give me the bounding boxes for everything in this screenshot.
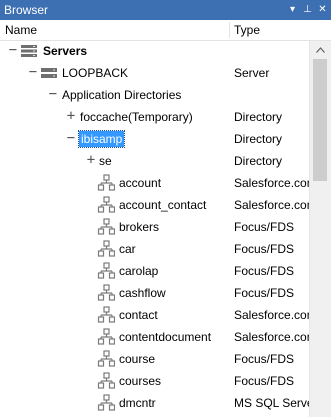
tree-node-type: Directory — [234, 132, 283, 146]
tree-node-label[interactable]: cashflow — [119, 286, 166, 300]
collapse-toggle[interactable]: − — [8, 43, 18, 57]
tree-node-label[interactable]: car — [119, 242, 136, 256]
browser-panel: Browser ▾ ⊥ ✕ Name Type − Servers − LOOP… — [0, 0, 331, 417]
tree-node-synonym[interactable]: account Salesforce.com — [0, 173, 309, 195]
synonym-icon — [97, 306, 116, 324]
tree-node-type: Directory — [234, 154, 283, 168]
tree-node-type: Focus/FDS — [234, 264, 295, 278]
tree-node-label[interactable]: foccache(Temporary) — [80, 110, 193, 124]
expand-toggle[interactable]: + — [86, 153, 96, 167]
tree-node-label[interactable]: account_contact — [119, 198, 206, 212]
tree-node-type: Focus/FDS — [234, 286, 295, 300]
collapse-toggle[interactable]: − — [48, 87, 58, 101]
tree-node-type: MS SQL Server — [234, 396, 309, 410]
synonym-icon — [97, 394, 116, 412]
tree-node-ibisamp[interactable]: − ibisamp Directory — [0, 129, 309, 151]
tree-node-se[interactable]: + se Directory — [0, 151, 309, 173]
tree-node-servers[interactable]: − Servers — [0, 41, 309, 63]
tree-node-synonym[interactable]: contact Salesforce.com — [0, 305, 309, 327]
column-header-name[interactable]: Name — [5, 23, 37, 37]
tree-node-type: Salesforce.com — [234, 330, 309, 344]
tree-node-label[interactable]: Application Directories — [62, 88, 181, 102]
tree-node-synonym[interactable]: courses Focus/FDS — [0, 371, 309, 393]
tree-node-label[interactable]: se — [99, 154, 112, 168]
collapse-toggle[interactable]: − — [28, 65, 38, 79]
vertical-scrollbar[interactable] — [309, 41, 331, 417]
tree-node-application-directories[interactable]: − Application Directories — [0, 85, 309, 107]
tree-node-label[interactable]: contentdocument — [119, 330, 211, 344]
tree-node-label[interactable]: contact — [119, 308, 158, 322]
tree-view: − Servers − LOOPBACK Server − Applicatio… — [0, 41, 309, 417]
column-header-type[interactable]: Type — [234, 23, 260, 37]
tree-node-label[interactable]: ibisamp — [77, 130, 126, 148]
tree-node-type: Directory — [234, 110, 283, 124]
tree-node-synonym[interactable]: course Focus/FDS — [0, 349, 309, 371]
tree-node-label[interactable]: courses — [119, 374, 161, 388]
close-icon[interactable]: ✕ — [316, 3, 329, 17]
tree-node-type: Salesforce.com — [234, 176, 309, 190]
synonym-icon — [97, 196, 116, 214]
collapse-toggle[interactable]: − — [66, 131, 76, 145]
synonym-icon — [97, 218, 116, 236]
servers-icon — [20, 42, 38, 60]
synonym-icon — [97, 350, 116, 368]
tree-node-label[interactable]: LOOPBACK — [62, 66, 128, 80]
synonym-icon — [97, 174, 116, 192]
title-bar: Browser ▾ ⊥ ✕ — [0, 0, 331, 20]
tree-node-type: Salesforce.com — [234, 198, 309, 212]
tree-node-type: Focus/FDS — [234, 374, 295, 388]
tree-node-synonym[interactable]: dmcntr MS SQL Server — [0, 393, 309, 415]
synonym-icon — [97, 240, 116, 258]
tree-node-synonym[interactable]: carolap Focus/FDS — [0, 261, 309, 283]
expand-toggle[interactable]: + — [66, 109, 76, 123]
tree-node-type: Focus/FDS — [234, 242, 295, 256]
synonym-icon — [97, 262, 116, 280]
synonym-icon — [97, 284, 116, 302]
tree-node-synonym[interactable]: car Focus/FDS — [0, 239, 309, 261]
server-icon — [40, 64, 58, 82]
column-separator[interactable] — [229, 22, 230, 38]
tree-node-label[interactable]: Servers — [43, 44, 87, 58]
tree-node-synonym[interactable]: account_contact Salesforce.com — [0, 195, 309, 217]
tree-node-label[interactable]: course — [119, 352, 155, 366]
column-header: Name Type — [0, 20, 331, 41]
tree-node-type: Focus/FDS — [234, 352, 295, 366]
tree-node-loopback[interactable]: − LOOPBACK Server — [0, 63, 309, 85]
tree-node-label[interactable]: brokers — [119, 220, 159, 234]
tree-node-synonym[interactable]: cashflow Focus/FDS — [0, 283, 309, 305]
tree-node-foccache[interactable]: + foccache(Temporary) Directory — [0, 107, 309, 129]
tree-node-label[interactable]: account — [119, 176, 161, 190]
menu-dropdown-icon[interactable]: ▾ — [286, 3, 299, 17]
scroll-up-arrow-icon[interactable] — [310, 41, 331, 58]
scrollbar-thumb[interactable] — [313, 59, 327, 181]
tree-node-type: Server — [234, 66, 270, 80]
tree-node-type: Focus/FDS — [234, 220, 295, 234]
tree-node-label[interactable]: carolap — [119, 264, 158, 278]
synonym-icon — [97, 372, 116, 390]
panel-title: Browser — [4, 3, 49, 17]
tree-node-synonym[interactable]: contentdocument Salesforce.com — [0, 327, 309, 349]
pin-icon[interactable]: ⊥ — [301, 3, 314, 17]
tree-node-synonym[interactable]: brokers Focus/FDS — [0, 217, 309, 239]
synonym-icon — [97, 328, 116, 346]
tree-node-label[interactable]: dmcntr — [119, 396, 156, 410]
tree-node-type: Salesforce.com — [234, 308, 309, 322]
